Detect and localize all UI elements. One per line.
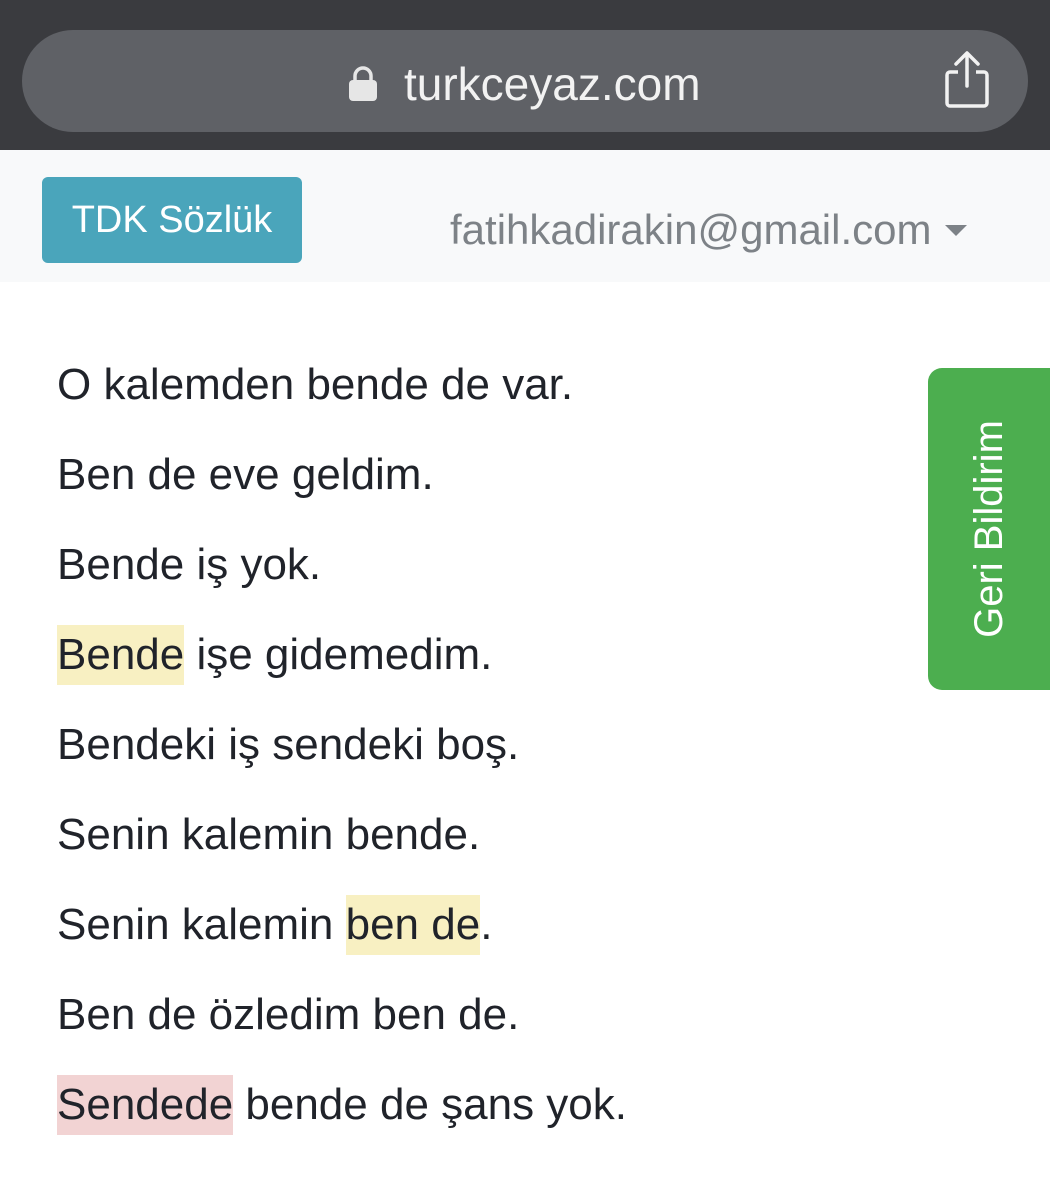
feedback-label[interactable]: Geri Bildirim xyxy=(964,420,1014,638)
sentence-text: Bende iş yok. xyxy=(57,540,322,589)
sentence-text: . xyxy=(480,900,493,949)
tdk-dictionary-button[interactable]: TDK Sözlük xyxy=(42,177,302,263)
error-highlight[interactable]: Sendede xyxy=(57,1075,234,1135)
suggestion-highlight[interactable]: ben de xyxy=(345,895,481,955)
sentence-line: Bende iş yok. xyxy=(57,535,321,595)
feedback-tab[interactable]: Geri Bildirim xyxy=(928,368,1050,690)
account-dropdown[interactable]: fatihkadirakin@gmail.com xyxy=(450,203,968,257)
sentence-line: Ben de özledim ben de. xyxy=(57,985,519,1045)
sentence-text: Ben de eve geldim. xyxy=(57,450,434,499)
sentence-line: Senin kalemin bende. xyxy=(57,805,480,865)
lock-icon xyxy=(349,66,377,101)
sentence-text: Senin kalemin xyxy=(57,900,346,949)
sentence-text: Ben de özledim ben de. xyxy=(57,990,520,1039)
sentence-line: Senin kalemin ben de. xyxy=(57,895,492,955)
sentence-text: Senin kalemin bende. xyxy=(57,810,481,859)
sentence-line: Bende işe gidemedim. xyxy=(57,625,492,685)
account-email[interactable]: fatihkadirakin@gmail.com xyxy=(450,203,931,257)
address-bar-url[interactable]: turkceyaz.com xyxy=(404,54,701,114)
sentence-line: Ben de eve geldim. xyxy=(57,445,434,505)
sentence-text: işe gidemedim. xyxy=(184,630,493,679)
browser-toolbar: turkceyaz.com xyxy=(0,0,1050,150)
sentence-text: Bendeki iş sendeki boş. xyxy=(57,720,520,769)
sentence-text: O kalemden bende de var. xyxy=(57,360,574,409)
sentence-line: Bendeki iş sendeki boş. xyxy=(57,715,519,775)
suggestion-highlight[interactable]: Bende xyxy=(57,625,185,685)
share-icon[interactable] xyxy=(940,50,994,110)
sentence-line: Sendede bende de şans yok. xyxy=(57,1075,627,1135)
caret-down-icon[interactable] xyxy=(945,224,968,236)
sentence-text: bende de şans yok. xyxy=(233,1080,628,1129)
sentence-line: O kalemden bende de var. xyxy=(57,355,573,415)
